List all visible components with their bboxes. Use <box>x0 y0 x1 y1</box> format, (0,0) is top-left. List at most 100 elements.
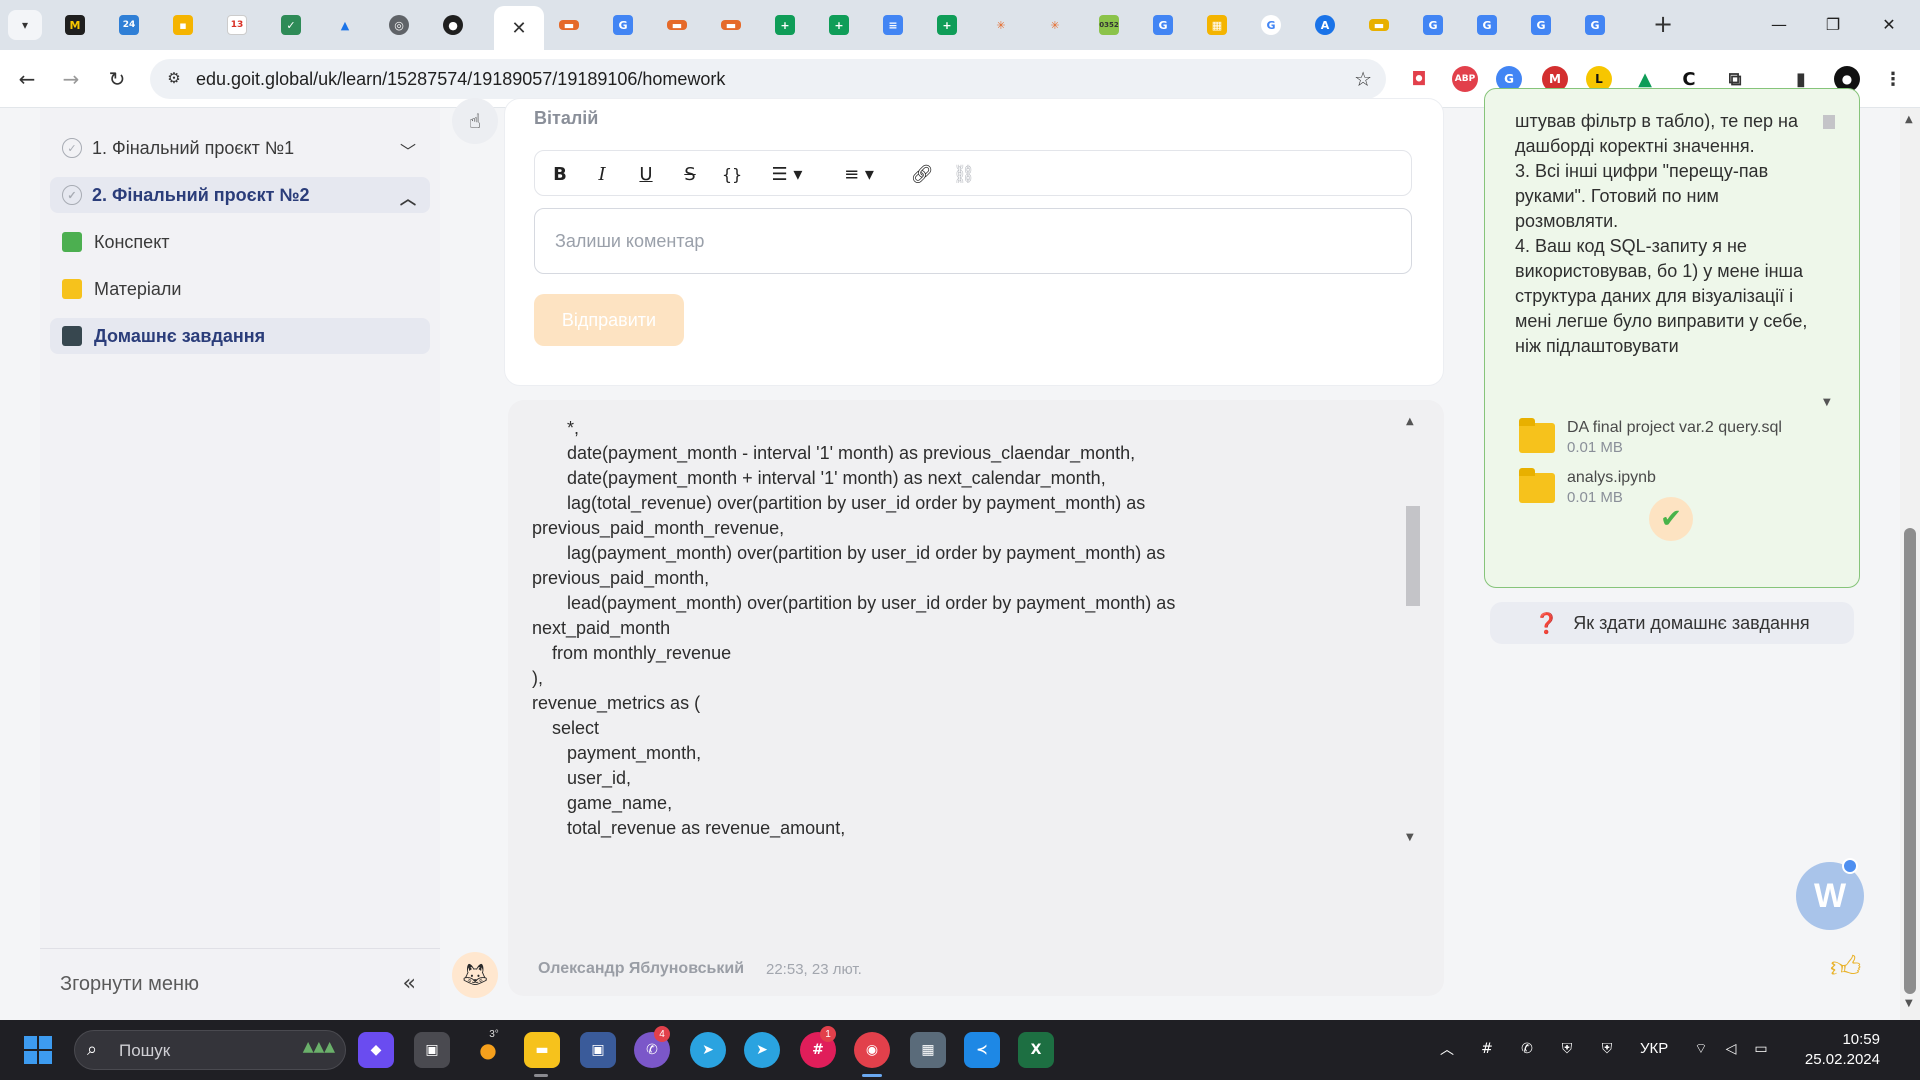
tab-favicon[interactable]: ◎ <box>376 10 422 40</box>
tab-favicon[interactable]: G <box>1248 10 1294 40</box>
windows-start-icon[interactable] <box>24 1036 52 1064</box>
how-to-submit-button[interactable]: ❓ Як здати домашнє завдання <box>1490 602 1854 644</box>
calculator-icon[interactable]: ▦ <box>910 1032 946 1068</box>
excel-icon[interactable]: X <box>1018 1032 1054 1068</box>
tab-favicon[interactable]: G <box>1410 10 1456 40</box>
telegram-icon-2[interactable]: ➤ <box>744 1032 780 1068</box>
wifi-icon[interactable]: ⌔ <box>1690 1038 1712 1060</box>
active-tab-close-icon[interactable]: ✕ <box>494 6 544 50</box>
collapse-menu-button[interactable]: Згорнути меню « <box>40 948 440 1020</box>
bold-icon[interactable]: B <box>545 159 575 189</box>
sidebar-item-project-2[interactable]: ✓ 2. Фінальний проєкт №2 ︿ <box>50 177 430 213</box>
vscode-icon[interactable]: ≺ <box>964 1032 1000 1068</box>
tab-favicon[interactable]: G <box>1464 10 1510 40</box>
tab-favicon[interactable]: ▬ <box>708 10 754 40</box>
page-scroll-thumb[interactable] <box>1904 528 1916 994</box>
adblock-icon[interactable]: ABP <box>1452 66 1478 92</box>
scroll-down-icon[interactable]: ▼ <box>1905 998 1913 1009</box>
bullet-list-icon[interactable]: ☰ ▾ <box>759 159 815 189</box>
sidebar-item-project-1[interactable]: ✓ 1. Фінальний проєкт №1 ﹀ <box>50 130 430 166</box>
kebab-menu-icon[interactable]: ⋮ <box>1880 66 1906 92</box>
app-icon[interactable]: ▣ <box>580 1032 616 1068</box>
tab-favicon[interactable]: ▬ <box>546 10 592 40</box>
tab-favicon[interactable]: 0352 <box>1086 10 1132 40</box>
taskbar-search[interactable]: ⌕ Пошук ▲▲▲ <box>74 1030 346 1070</box>
tab-favicon[interactable]: + <box>762 10 808 40</box>
defender-icon[interactable]: ⛨ <box>1596 1038 1618 1060</box>
send-button[interactable]: Відправити <box>534 294 684 346</box>
scroll-up-icon[interactable]: ▲ <box>1406 416 1414 427</box>
reload-icon[interactable]: ↻ <box>102 64 132 94</box>
tab-favicon[interactable]: ✓ <box>268 10 314 40</box>
tab-favicon[interactable]: G <box>1518 10 1564 40</box>
scroll-down-icon[interactable]: ▼ <box>1823 397 1831 408</box>
homework-scrollbar[interactable]: ▼ <box>1821 109 1835 409</box>
unlink-icon[interactable]: ⛓ <box>949 159 979 189</box>
file-name[interactable]: DA final project var.2 query.sql <box>1567 419 1782 437</box>
code-scrollbar[interactable]: ▲ ▼ <box>1404 416 1420 846</box>
tab-favicon[interactable]: G <box>1572 10 1618 40</box>
clock[interactable]: 10:59 25.02.2024 <box>1790 1030 1880 1070</box>
sidebar-item-notes[interactable]: Конспект <box>50 224 430 260</box>
scroll-up-icon[interactable]: ▲ <box>1905 114 1913 125</box>
scroll-down-icon[interactable]: ▼ <box>1406 832 1414 843</box>
battery-icon[interactable]: ▭ <box>1750 1038 1772 1060</box>
underline-icon[interactable]: U <box>631 159 661 189</box>
tab-favicon[interactable]: ▦ <box>1194 10 1240 40</box>
comment-input[interactable]: Залиши коментар <box>534 208 1412 274</box>
chrome-icon[interactable]: ◉ <box>854 1032 890 1068</box>
thumbs-up-icon[interactable]: 👍︎ <box>1830 950 1861 986</box>
input-language[interactable]: УКР <box>1640 1040 1668 1057</box>
tab-favicon[interactable]: A <box>1302 10 1348 40</box>
minimize-icon[interactable]: — <box>1756 8 1802 40</box>
tab-favicon[interactable]: ▬ <box>654 10 700 40</box>
bookmark-star-icon[interactable]: ☆ <box>1354 67 1372 91</box>
scroll-thumb[interactable] <box>1406 506 1420 606</box>
align-icon[interactable]: ≡ ▾ <box>831 159 887 189</box>
window-close-icon[interactable]: ✕ <box>1866 8 1912 40</box>
tab-favicon[interactable]: ▬ <box>1356 10 1402 40</box>
strikethrough-icon[interactable]: S <box>675 159 705 189</box>
tab-favicon[interactable]: ✳ <box>1032 10 1078 40</box>
forward-icon[interactable]: → <box>56 64 86 94</box>
chevron-down-icon[interactable]: ﹀ <box>400 138 416 162</box>
shield-icon[interactable]: ⛨ <box>1556 1038 1578 1060</box>
restore-icon[interactable]: ❐ <box>1810 8 1856 40</box>
tab-favicon[interactable]: ✳ <box>978 10 1024 40</box>
url-text[interactable]: edu.goit.global/uk/learn/15287574/191890… <box>196 69 725 90</box>
tab-favicon[interactable]: M <box>52 10 98 40</box>
italic-icon[interactable]: I <box>587 159 617 189</box>
tab-search-icon[interactable]: ▾ <box>8 10 42 40</box>
back-icon[interactable]: ← <box>12 64 42 94</box>
chevron-up-icon[interactable]: ︿ <box>400 185 416 209</box>
tab-favicon[interactable]: ▪ <box>160 10 206 40</box>
file-explorer-icon[interactable]: ▬ <box>524 1032 560 1068</box>
new-tab-button[interactable]: + <box>1650 12 1676 38</box>
telegram-icon[interactable]: ➤ <box>690 1032 726 1068</box>
tab-favicon[interactable]: ▲ <box>322 10 368 40</box>
file-name[interactable]: analys.ipynb <box>1567 469 1656 487</box>
tab-favicon[interactable]: G <box>1140 10 1186 40</box>
tab-favicon[interactable]: + <box>816 10 862 40</box>
omnibox[interactable]: ⚙ edu.goit.global/uk/learn/15287574/1918… <box>150 59 1386 99</box>
volume-icon[interactable]: ◁ <box>1720 1038 1742 1060</box>
tab-favicon[interactable]: ● <box>430 10 476 40</box>
link-icon[interactable]: 🔗︎ <box>907 159 937 189</box>
pocket-icon[interactable]: ◘ <box>1406 66 1432 92</box>
page-scrollbar[interactable]: ▲ ▼ <box>1900 108 1920 1020</box>
tab-favicon[interactable]: + <box>924 10 970 40</box>
sidebar-item-homework[interactable]: Домашнє завдання <box>50 318 430 354</box>
chevron-up-icon[interactable]: ︿ <box>1436 1038 1458 1060</box>
viber-tray-icon[interactable]: ✆ <box>1516 1038 1538 1060</box>
scroll-thumb[interactable] <box>1823 115 1835 129</box>
tab-favicon[interactable]: 13 <box>214 10 260 40</box>
tab-favicon[interactable]: G <box>600 10 646 40</box>
copilot-icon[interactable]: ◆ <box>358 1032 394 1068</box>
tab-favicon[interactable]: ≡ <box>870 10 916 40</box>
file-attachment[interactable]: DA final project var.2 query.sql 0.01 MB <box>1519 418 1839 465</box>
sidebar-item-materials[interactable]: Матеріали <box>50 271 430 307</box>
code-icon[interactable]: {} <box>717 159 747 189</box>
tab-favicon[interactable]: 24 <box>106 10 152 40</box>
site-info-icon[interactable]: ⚙ <box>164 69 184 89</box>
task-view-icon[interactable]: ▣ <box>414 1032 450 1068</box>
